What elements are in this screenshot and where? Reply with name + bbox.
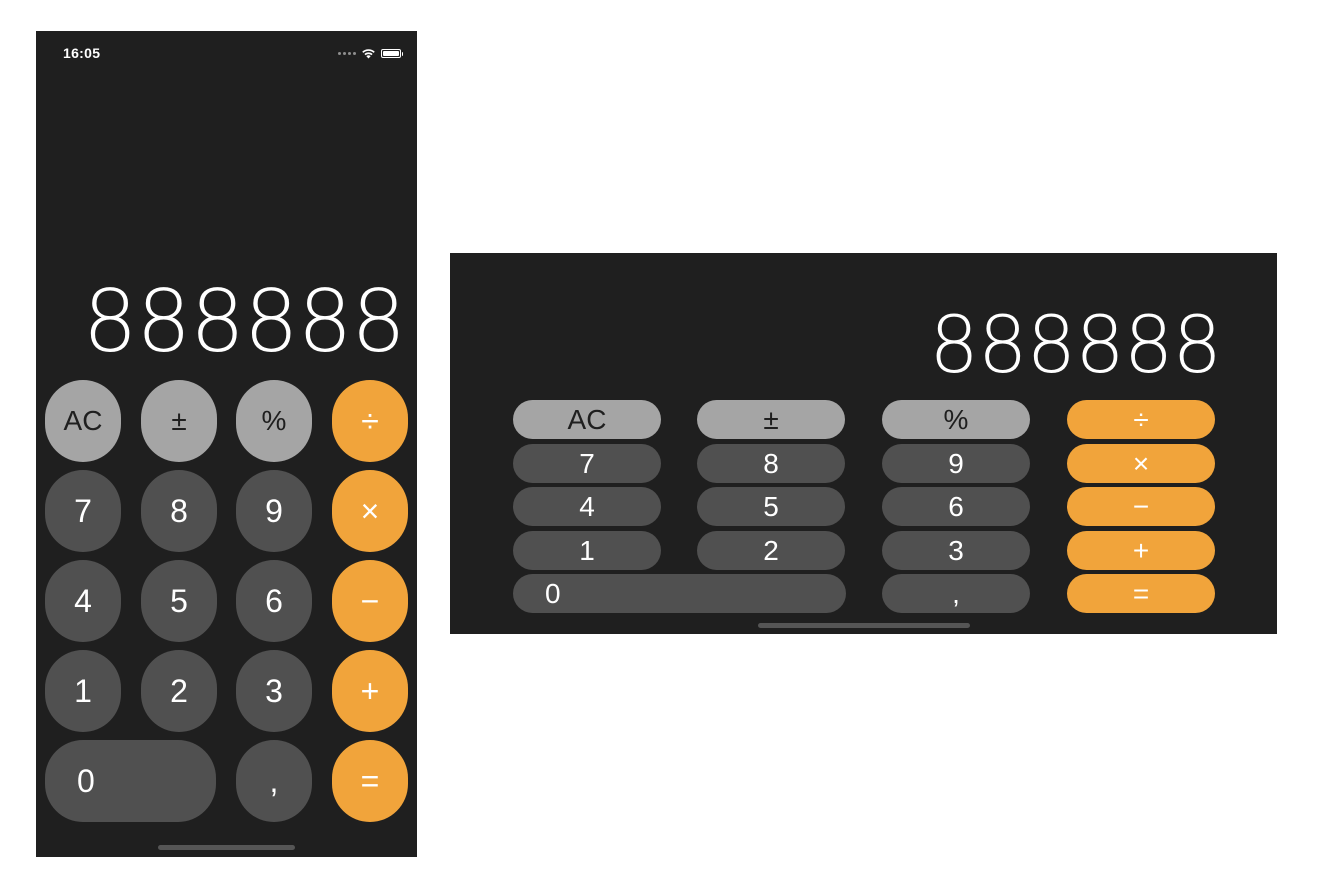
digit-5-button-landscape[interactable]: 5	[697, 487, 845, 526]
result-display: 888888	[82, 272, 406, 372]
digit-3-button-landscape[interactable]: 3	[882, 531, 1030, 570]
plus-button-landscape[interactable]: +	[1067, 531, 1215, 570]
digit-5-button[interactable]: 5	[141, 560, 217, 642]
minus-button-landscape[interactable]: −	[1067, 487, 1215, 526]
digit-0-button[interactable]: 0	[45, 740, 216, 822]
digit-9-button[interactable]: 9	[236, 470, 312, 552]
digit-8-button[interactable]: 8	[141, 470, 217, 552]
digit-4-button[interactable]: 4	[45, 560, 121, 642]
digit-6-button-landscape[interactable]: 6	[882, 487, 1030, 526]
clear-button[interactable]: AC	[45, 380, 121, 462]
calculator-portrait: 16:05 888888 AC ± % ÷ 7 8 9 × 4 5 6 − 1	[36, 31, 417, 857]
divide-button-landscape[interactable]: ÷	[1067, 400, 1215, 439]
percent-button[interactable]: %	[236, 380, 312, 462]
digit-7-button-landscape[interactable]: 7	[513, 444, 661, 483]
digit-4-button-landscape[interactable]: 4	[513, 487, 661, 526]
digit-8-button-landscape[interactable]: 8	[697, 444, 845, 483]
digit-7-button[interactable]: 7	[45, 470, 121, 552]
home-indicator[interactable]	[158, 845, 295, 850]
divide-button[interactable]: ÷	[332, 380, 408, 462]
multiply-button[interactable]: ×	[332, 470, 408, 552]
canvas: 16:05 888888 AC ± % ÷ 7 8 9 × 4 5 6 − 1	[0, 0, 1318, 896]
plus-minus-button-landscape[interactable]: ±	[697, 400, 845, 439]
equals-button-landscape[interactable]: =	[1067, 574, 1215, 613]
multiply-button-landscape[interactable]: ×	[1067, 444, 1215, 483]
minus-button[interactable]: −	[332, 560, 408, 642]
battery-icon	[381, 48, 403, 58]
status-icons	[338, 47, 403, 59]
equals-button[interactable]: =	[332, 740, 408, 822]
digit-6-button[interactable]: 6	[236, 560, 312, 642]
digit-0-button-landscape[interactable]: 0	[513, 574, 846, 613]
plus-minus-button[interactable]: ±	[141, 380, 217, 462]
digit-1-button[interactable]: 1	[45, 650, 121, 732]
decimal-button-landscape[interactable]: ,	[882, 574, 1030, 613]
digit-9-button-landscape[interactable]: 9	[882, 444, 1030, 483]
calculator-landscape: 888888 AC ± % ÷ 7 8 9 × 4 5 6 − 1 2 3 + …	[450, 253, 1277, 634]
percent-button-landscape[interactable]: %	[882, 400, 1030, 439]
decimal-button[interactable]: ,	[236, 740, 312, 822]
cellular-signal-icon	[338, 51, 356, 55]
result-display-landscape: 888888	[929, 301, 1222, 391]
plus-button[interactable]: +	[332, 650, 408, 732]
wifi-icon	[362, 49, 375, 59]
clear-button-landscape[interactable]: AC	[513, 400, 661, 439]
digit-2-button[interactable]: 2	[141, 650, 217, 732]
status-time: 16:05	[63, 45, 101, 61]
digit-2-button-landscape[interactable]: 2	[697, 531, 845, 570]
home-indicator-landscape[interactable]	[758, 623, 970, 628]
digit-1-button-landscape[interactable]: 1	[513, 531, 661, 570]
digit-3-button[interactable]: 3	[236, 650, 312, 732]
